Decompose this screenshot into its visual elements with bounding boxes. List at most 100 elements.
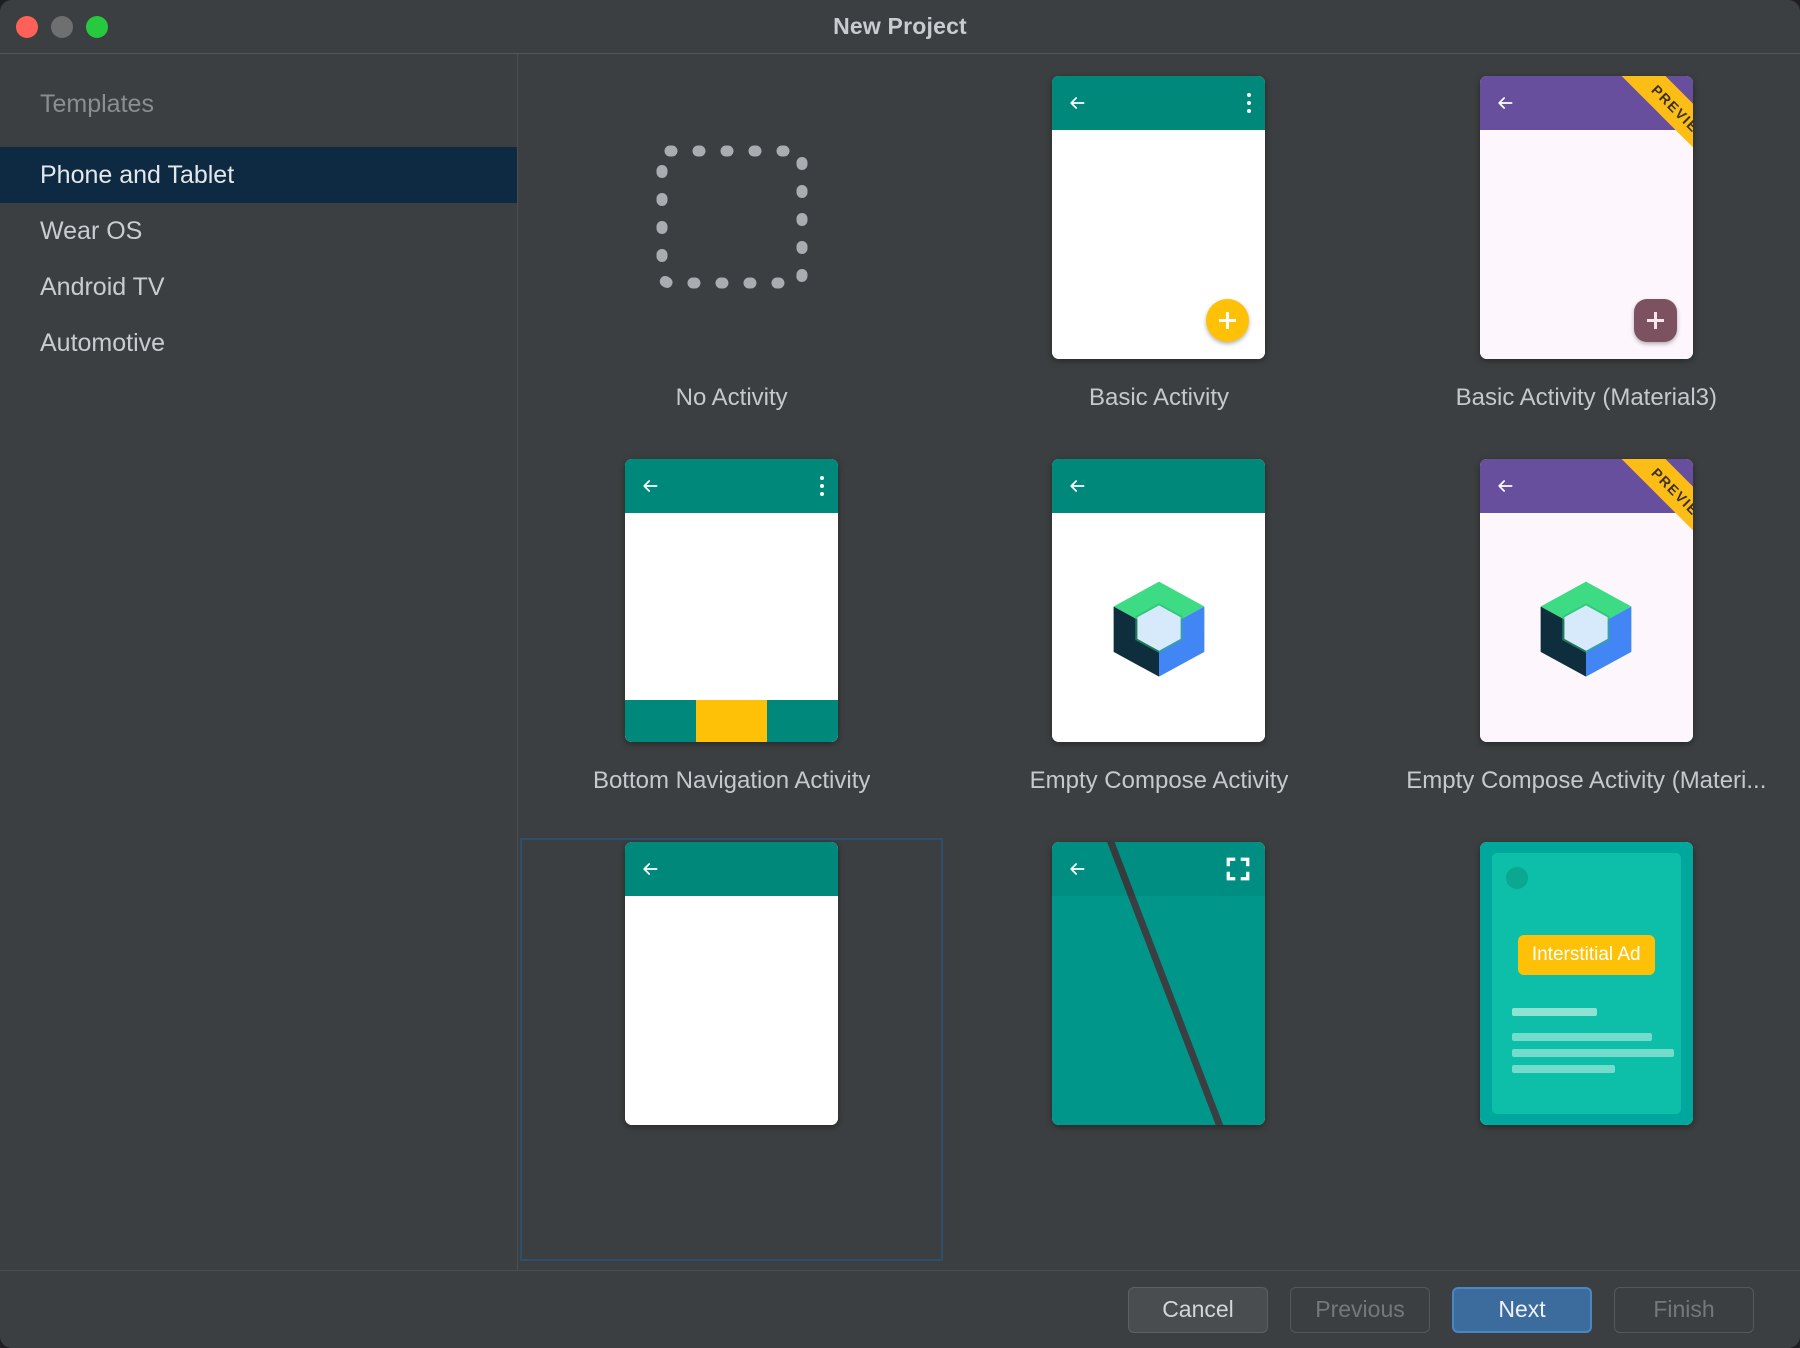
template-card-basic-activity[interactable]: Basic Activity bbox=[945, 72, 1372, 455]
back-arrow-icon bbox=[639, 859, 661, 879]
new-project-dialog: New Project Templates Phone and Tablet W… bbox=[0, 0, 1800, 1348]
window-title: New Project bbox=[0, 13, 1800, 40]
back-arrow-icon bbox=[1066, 93, 1088, 113]
floating-action-button bbox=[1634, 299, 1677, 342]
minimize-window-button[interactable] bbox=[51, 16, 73, 38]
plus-icon bbox=[1219, 312, 1236, 329]
avatar-placeholder-icon bbox=[1506, 867, 1528, 889]
overflow-menu-icon bbox=[1247, 93, 1251, 113]
sidebar-item-wear-os[interactable]: Wear OS bbox=[0, 203, 517, 259]
sidebar-item-phone-and-tablet[interactable]: Phone and Tablet bbox=[0, 147, 517, 203]
template-thumbnail bbox=[625, 455, 838, 745]
templates-sidebar: Templates Phone and Tablet Wear OS Andro… bbox=[0, 54, 518, 1270]
phone-preview: PREVIEW bbox=[1480, 76, 1693, 359]
bottom-navigation-bar bbox=[625, 700, 838, 742]
next-button[interactable]: Next bbox=[1452, 1287, 1592, 1333]
screen-content bbox=[1052, 842, 1265, 1125]
window-controls bbox=[16, 0, 108, 53]
dialog-footer: Cancel Previous Next Finish bbox=[0, 1270, 1800, 1348]
plus-icon bbox=[1647, 312, 1664, 329]
phone-preview bbox=[625, 459, 838, 742]
ad-placeholder-line bbox=[1512, 1049, 1674, 1057]
template-thumbnail bbox=[652, 72, 812, 362]
templates-grid: No Activity bbox=[518, 54, 1800, 1221]
screen-content bbox=[1052, 130, 1265, 359]
template-label: Basic Activity bbox=[1089, 384, 1229, 412]
app-bar bbox=[1052, 76, 1265, 130]
screen-content bbox=[625, 896, 838, 1125]
sidebar-item-automotive[interactable]: Automotive bbox=[0, 315, 517, 371]
bottom-nav-item bbox=[625, 700, 696, 742]
phone-preview bbox=[1052, 842, 1265, 1125]
bottom-nav-item bbox=[767, 700, 838, 742]
template-thumbnail bbox=[625, 838, 838, 1128]
sidebar-item-label: Android TV bbox=[40, 273, 165, 302]
phone-preview: PREVIEW bbox=[1480, 459, 1693, 742]
back-arrow-icon bbox=[1494, 93, 1516, 113]
maximize-window-button[interactable] bbox=[86, 16, 108, 38]
phone-preview: Interstitial Ad bbox=[1480, 842, 1693, 1125]
template-thumbnail: PREVIEW bbox=[1480, 455, 1693, 745]
back-arrow-icon bbox=[1066, 476, 1088, 496]
template-thumbnail: Interstitial Ad bbox=[1480, 838, 1693, 1128]
sidebar-item-label: Phone and Tablet bbox=[40, 161, 234, 190]
dashed-rectangle-icon bbox=[652, 137, 812, 297]
template-label: Empty Compose Activity bbox=[1030, 767, 1289, 795]
screen-content bbox=[1480, 130, 1693, 359]
sidebar-item-label: Wear OS bbox=[40, 217, 142, 246]
screen-content: Interstitial Ad bbox=[1480, 842, 1693, 1125]
fullscreen-expand-icon bbox=[1225, 856, 1251, 882]
jetpack-compose-logo-icon bbox=[1532, 573, 1640, 681]
template-thumbnail bbox=[1052, 455, 1265, 745]
screen-content bbox=[1480, 513, 1693, 742]
cancel-button[interactable]: Cancel bbox=[1128, 1287, 1268, 1333]
template-label: No Activity bbox=[676, 384, 788, 412]
app-bar bbox=[1480, 76, 1693, 130]
floating-action-button bbox=[1206, 299, 1249, 342]
screen-content bbox=[625, 513, 838, 742]
back-arrow-icon bbox=[1066, 859, 1088, 879]
bottom-nav-item-active bbox=[696, 700, 767, 742]
back-arrow-icon bbox=[1494, 476, 1516, 496]
ad-placeholder-line bbox=[1512, 1065, 1615, 1073]
app-bar bbox=[1052, 842, 1265, 896]
template-label: Empty Compose Activity (Materi... bbox=[1406, 767, 1766, 795]
title-bar: New Project bbox=[0, 0, 1800, 54]
template-thumbnail bbox=[1052, 838, 1265, 1128]
sidebar-item-android-tv[interactable]: Android TV bbox=[0, 259, 517, 315]
app-bar bbox=[625, 459, 838, 513]
app-bar bbox=[625, 842, 838, 896]
template-card-selected-activity[interactable] bbox=[518, 838, 945, 1221]
phone-preview bbox=[625, 842, 838, 1125]
ad-placeholder-line bbox=[1512, 1033, 1652, 1041]
template-thumbnail: PREVIEW bbox=[1480, 72, 1693, 362]
jetpack-compose-logo-icon bbox=[1105, 573, 1213, 681]
dialog-body: Templates Phone and Tablet Wear OS Andro… bbox=[0, 54, 1800, 1270]
overflow-menu-icon bbox=[1675, 93, 1679, 113]
back-arrow-icon bbox=[639, 476, 661, 496]
template-card-no-activity[interactable]: No Activity bbox=[518, 72, 945, 455]
ad-chip-label: Interstitial Ad bbox=[1518, 935, 1655, 975]
phone-preview bbox=[1052, 459, 1265, 742]
template-card-bottom-navigation-activity[interactable]: Bottom Navigation Activity bbox=[518, 455, 945, 838]
sidebar-item-label: Automotive bbox=[40, 329, 165, 358]
screen-content bbox=[1052, 513, 1265, 742]
ad-text-placeholder bbox=[1512, 1008, 1682, 1081]
overflow-menu-icon bbox=[820, 476, 824, 496]
template-card-fullscreen-activity[interactable] bbox=[945, 838, 1372, 1221]
template-thumbnail bbox=[1052, 72, 1265, 362]
template-card-interstitial-ad-activity[interactable]: Interstitial Ad bbox=[1373, 838, 1800, 1221]
template-label: Basic Activity (Material3) bbox=[1456, 384, 1717, 412]
app-bar bbox=[1480, 459, 1693, 513]
previous-button[interactable]: Previous bbox=[1290, 1287, 1430, 1333]
app-bar bbox=[1052, 459, 1265, 513]
close-window-button[interactable] bbox=[16, 16, 38, 38]
template-card-basic-activity-material3[interactable]: PREVIEW Basic Activity (Material3) bbox=[1373, 72, 1800, 455]
template-card-empty-compose-activity-material3[interactable]: PREVIEW Empty Compose Activity (Materi..… bbox=[1373, 455, 1800, 838]
templates-grid-pane[interactable]: No Activity bbox=[518, 54, 1800, 1270]
template-card-empty-compose-activity[interactable]: Empty Compose Activity bbox=[945, 455, 1372, 838]
finish-button[interactable]: Finish bbox=[1614, 1287, 1754, 1333]
ad-surface: Interstitial Ad bbox=[1492, 853, 1681, 1114]
template-label: Bottom Navigation Activity bbox=[593, 767, 870, 795]
phone-preview bbox=[1052, 76, 1265, 359]
